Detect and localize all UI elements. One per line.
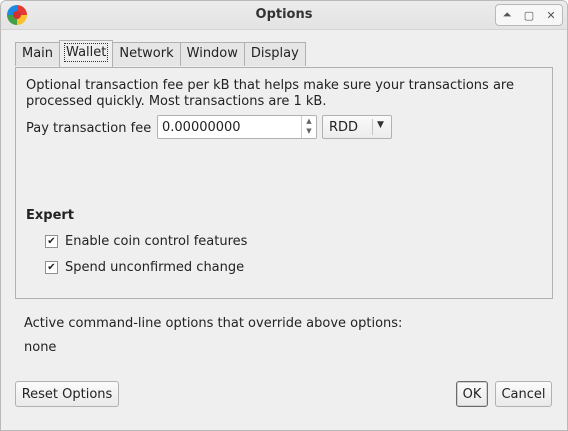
ok-button[interactable]: OK — [456, 381, 488, 407]
spend-unconfirmed-checkbox[interactable]: ✔ — [45, 261, 58, 274]
tab-display[interactable]: Display — [243, 42, 306, 66]
options-dialog: Options ⏶ ▢ ✕ Main Wallet Network Window… — [0, 0, 568, 431]
spend-unconfirmed-option[interactable]: ✔ Spend unconfirmed change — [45, 260, 244, 275]
wallet-panel: Optional transaction fee per kB that hel… — [15, 67, 553, 299]
fee-label: Pay transaction fee — [26, 121, 152, 136]
keep-above-icon[interactable]: ⏶ — [496, 5, 518, 25]
tab-main[interactable]: Main — [15, 42, 61, 66]
tab-network-label: Network — [119, 46, 174, 61]
window-controls: ⏶ ▢ ✕ — [495, 4, 563, 26]
tab-wallet[interactable]: Wallet — [59, 40, 114, 67]
tab-display-label: Display — [250, 46, 299, 61]
fee-description: Optional transaction fee per kB that hel… — [26, 78, 514, 109]
spin-arrows: ▲ ▼ — [301, 116, 316, 138]
tab-network[interactable]: Network — [112, 42, 181, 66]
cancel-label: Cancel — [501, 386, 546, 402]
chevron-down-icon: ▼ — [377, 120, 384, 130]
unit-select[interactable]: RDD ▼ — [322, 115, 392, 139]
tab-window[interactable]: Window — [179, 42, 245, 66]
reset-options-label: Reset Options — [21, 386, 113, 402]
tab-main-label: Main — [22, 46, 54, 61]
reset-options-button[interactable]: Reset Options — [15, 381, 119, 407]
expert-heading: Expert — [26, 208, 75, 223]
override-label: Active command-line options that overrid… — [24, 316, 403, 331]
cancel-button[interactable]: Cancel — [495, 381, 552, 407]
tab-bar: Main Wallet Network Window Display — [15, 40, 306, 68]
tab-wallet-label: Wallet — [64, 43, 109, 62]
title-bar[interactable]: Options ⏶ ▢ ✕ — [1, 1, 567, 30]
combo-divider — [372, 119, 373, 135]
spin-up-icon[interactable]: ▲ — [302, 116, 316, 126]
coin-control-checkbox[interactable]: ✔ — [45, 235, 58, 248]
tab-window-label: Window — [186, 46, 238, 61]
spend-unconfirmed-label[interactable]: Spend unconfirmed change — [65, 260, 244, 275]
ok-label: OK — [462, 386, 482, 402]
window-title: Options — [255, 7, 313, 22]
spin-down-icon[interactable]: ▼ — [302, 126, 316, 136]
fee-value[interactable]: 0.00000000 — [162, 120, 241, 135]
fee-spinbox[interactable]: 0.00000000 ▲ ▼ — [157, 115, 317, 139]
coin-control-option[interactable]: ✔ Enable coin control features — [45, 234, 247, 249]
maximize-icon[interactable]: ▢ — [518, 5, 540, 25]
override-value: none — [24, 340, 57, 355]
close-icon[interactable]: ✕ — [540, 5, 562, 25]
unit-value: RDD — [329, 120, 359, 135]
coin-control-label[interactable]: Enable coin control features — [65, 234, 247, 249]
